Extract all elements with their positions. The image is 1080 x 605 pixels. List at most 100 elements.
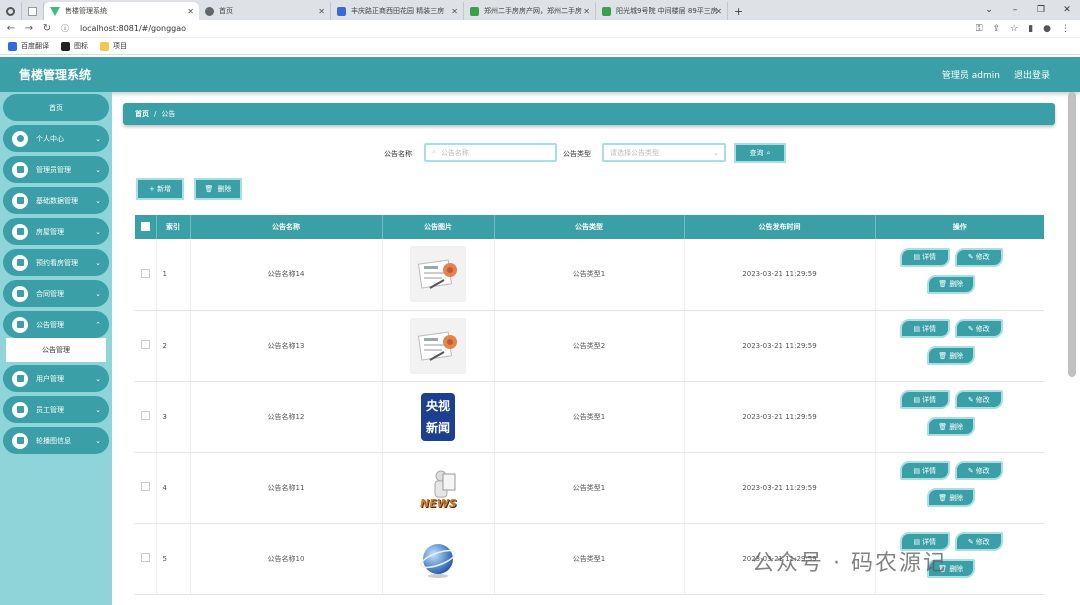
edit-button[interactable]: ✎ 修改 — [954, 532, 1003, 551]
restore-icon[interactable]: ❐ — [1028, 5, 1054, 15]
new-tab-button[interactable]: + — [728, 2, 748, 20]
notice-image-news-figure[interactable]: NEWS — [410, 459, 466, 516]
sidebar-item-notices[interactable]: 公告管理 ⌃ — [3, 311, 109, 338]
breadcrumb-separator: / — [154, 110, 157, 118]
notice-name-input[interactable]: ⌕ 公告名称 — [424, 143, 557, 162]
sidebar-item-profile[interactable]: 个人中心 ⌄ — [3, 125, 109, 152]
browser-tab[interactable] — [0, 2, 22, 20]
sidebar-item-users[interactable]: 用户管理 ⌄ — [3, 365, 109, 392]
scrollbar-thumb[interactable] — [1068, 92, 1076, 377]
delete-button[interactable]: 🗑 删除 — [926, 417, 975, 436]
row-checkbox[interactable] — [140, 482, 150, 491]
url-field[interactable]: localhost:8081/#/gonggao — [80, 24, 976, 33]
forward-icon[interactable]: → — [22, 23, 36, 34]
sidebar: 首页 个人中心 ⌄ 管理员管理 ⌄ 基础数据管理 ⌄ 房屋管理 ⌄ 预约看房管理 ⌄ 合同… — [0, 92, 112, 605]
share-icon[interactable]: ⇪ — [993, 24, 1001, 34]
add-button[interactable]: + 新增 — [136, 178, 184, 200]
row-name: 公告名称11 — [190, 452, 383, 524]
notice-image-cctv-news[interactable]: 央视 新闻 — [410, 388, 466, 445]
row-checkbox[interactable] — [140, 268, 150, 278]
edit-button[interactable]: ✎ 修改 — [954, 390, 1003, 409]
delete-button[interactable]: 🗑 删除 — [926, 274, 975, 294]
bookmark-item[interactable]: 图标 — [61, 41, 88, 51]
detail-button[interactable]: ▤ 详情 — [899, 247, 950, 267]
profile-icon[interactable]: ● — [1043, 24, 1051, 34]
notice-table: 索引 公告名称 公告图片 公告类型 公告发布时间 操作 1 公告名称14 公告类… — [135, 215, 1044, 595]
sidebar-item-houses[interactable]: 房屋管理 ⌄ — [3, 218, 109, 245]
col-time: 公告发布时间 — [684, 215, 876, 239]
detail-button[interactable]: ▤ 详情 — [899, 461, 950, 480]
reload-icon[interactable]: ↻ — [40, 23, 54, 34]
notice-image-newspaper[interactable] — [410, 246, 466, 303]
row-checkbox[interactable] — [140, 553, 150, 562]
sidebar-subitem-notice-management[interactable]: 公告管理 — [6, 338, 106, 362]
sidebar-item-contracts[interactable]: 合同管理 ⌄ — [3, 280, 109, 307]
bookmark-item[interactable]: 百度翻译 — [8, 41, 49, 51]
row-checkbox[interactable] — [140, 411, 150, 420]
sidebar-item-viewings[interactable]: 预约看房管理 ⌄ — [3, 249, 109, 276]
minimize-icon[interactable]: – — [1002, 5, 1028, 15]
sidebar-item-staff[interactable]: 员工管理 ⌄ — [3, 396, 109, 423]
info-icon[interactable]: ⓘ — [58, 23, 72, 34]
row-index: 2 — [156, 310, 191, 382]
browser-tab[interactable]: 阳光城9号院 中间楼层 89平三房 ✕ — [596, 2, 728, 20]
chevron-down-icon: ⌄ — [95, 289, 101, 298]
table-row: 2 公告名称13 公告类型2 2023-03-21 11:29:59 ▤ 详情 ✎… — [135, 310, 1044, 382]
chevron-down-icon: ⌄ — [95, 196, 101, 205]
delete-button[interactable]: 🗑 删除 — [926, 488, 975, 507]
row-checkbox[interactable] — [140, 340, 150, 349]
delete-button[interactable]: 🗑 删除 — [926, 346, 975, 365]
chevron-down-icon: ⌄ — [95, 258, 101, 267]
menu-icon[interactable]: ⋮ — [1061, 24, 1070, 34]
row-time: 2023-03-21 11:29:59 — [684, 381, 876, 453]
back-icon[interactable]: ← — [4, 23, 18, 34]
browser-tab[interactable]: 首页 ✕ — [199, 2, 331, 20]
document-icon: ▤ — [913, 324, 921, 333]
newspaper-icon — [417, 259, 457, 290]
close-icon[interactable]: ✕ — [451, 7, 458, 16]
close-window-icon[interactable]: ✕ — [1054, 5, 1080, 15]
select-all-checkbox[interactable] — [140, 221, 150, 231]
bookmark-item[interactable]: 项目 — [100, 41, 127, 51]
edit-button[interactable]: ✎ 修改 — [954, 319, 1003, 338]
logout-link[interactable]: 退出登录 — [1014, 68, 1050, 81]
anjuke-icon — [470, 6, 479, 16]
close-icon[interactable]: ✕ — [318, 7, 325, 16]
col-image: 公告图片 — [382, 215, 495, 239]
sidebar-item-basic-data[interactable]: 基础数据管理 ⌄ — [3, 187, 109, 214]
edit-button[interactable]: ✎ 修改 — [954, 461, 1003, 480]
current-user: 管理员 admin — [941, 71, 1000, 81]
trash-icon: 🗑 — [938, 280, 948, 289]
search-icon: ⌕ — [766, 148, 771, 157]
sidebar-item-home[interactable]: 首页 — [3, 94, 109, 121]
browser-tab-active[interactable]: 售楼管理系统 ✕ — [44, 2, 199, 20]
close-icon[interactable]: ✕ — [583, 7, 590, 16]
edit-icon: ✎ — [967, 466, 974, 475]
notice-type-select[interactable]: 请选择公告类型 ⌄ — [602, 143, 726, 162]
sidebar-toggle-icon[interactable]: ▮ — [1028, 24, 1033, 34]
window-controls: ⌄ – ❐ ✕ — [976, 0, 1080, 20]
close-icon[interactable]: ✕ — [715, 7, 722, 16]
detail-button[interactable]: ▤ 详情 — [899, 390, 950, 409]
edit-button[interactable]: ✎ 修改 — [954, 247, 1003, 267]
chevron-down-icon[interactable]: ⌄ — [976, 5, 1002, 15]
anjuke-icon — [602, 6, 611, 16]
browser-tab[interactable]: 丰庆路正商西田花园 精装三房 ✕ — [331, 2, 464, 20]
sidebar-item-carousel[interactable]: 轮播图信息 ⌄ — [3, 427, 109, 454]
table-row: 1 公告名称14 公告类型1 2023-03-21 11:29:59 ▤ 详情 ✎… — [135, 239, 1044, 311]
notice-image-globe[interactable] — [410, 530, 466, 587]
query-button[interactable]: 查询 ⌕ — [734, 143, 786, 163]
star-icon[interactable]: ☆ — [1010, 24, 1018, 34]
detail-button[interactable]: ▤ 详情 — [899, 319, 950, 338]
document-icon: ▤ — [913, 253, 921, 262]
chevron-down-icon: ⌄ — [95, 436, 101, 445]
breadcrumb-home[interactable]: 首页 — [135, 109, 149, 119]
close-icon[interactable]: ✕ — [187, 7, 194, 16]
notice-image-newspaper[interactable] — [410, 317, 466, 374]
browser-tab[interactable] — [22, 2, 44, 20]
trash-icon: 🗑 — [938, 351, 948, 360]
browser-tab[interactable]: 郑州二手房房产网，郑州二手房 ✕ — [464, 2, 596, 20]
batch-delete-button[interactable]: 🗑 删除 — [194, 178, 242, 200]
sidebar-item-admins[interactable]: 管理员管理 ⌄ — [3, 156, 109, 183]
key-icon[interactable]: ⚿ — [976, 24, 983, 34]
